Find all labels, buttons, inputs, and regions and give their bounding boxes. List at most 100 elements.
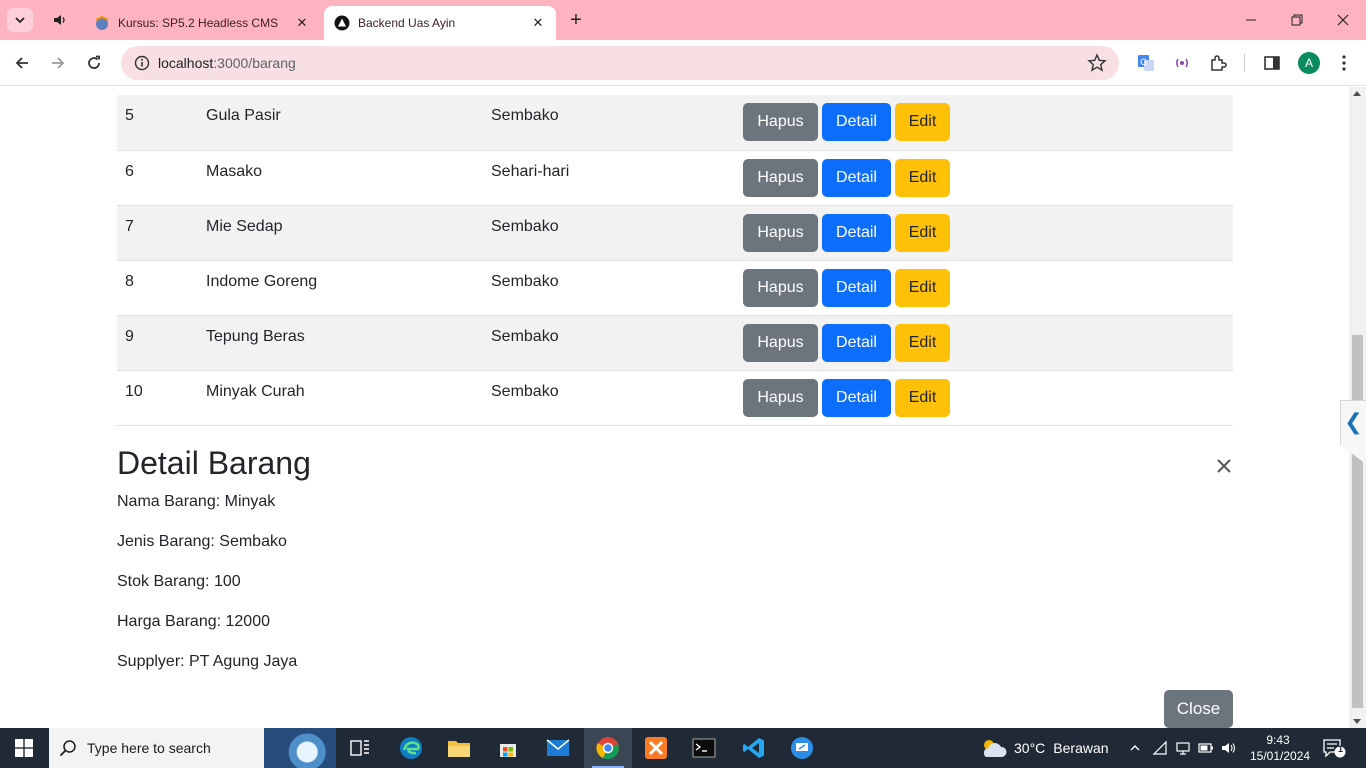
table-row: 6 Masako Sehari-hari Hapus Detail Edit	[117, 150, 1233, 206]
hapus-button[interactable]: Hapus	[743, 323, 818, 362]
taskbar-vscode[interactable]	[730, 728, 778, 768]
table-row: 9 Tepung Beras Sembako Hapus Detail Edit	[117, 315, 1233, 371]
close-window-button[interactable]	[1320, 0, 1366, 40]
new-tab-button[interactable]: +	[564, 9, 588, 31]
search-placeholder: Type here to search	[87, 740, 211, 756]
cell-actions: Hapus Detail Edit	[735, 260, 1233, 316]
cell-jenis: Sembako	[483, 205, 735, 261]
start-button[interactable]	[0, 728, 48, 768]
restore-button[interactable]	[1274, 0, 1320, 40]
detail-jenis: Jenis Barang: Sembako	[117, 533, 287, 550]
cloudy-weather-icon	[983, 740, 1007, 757]
arrow-right-icon	[52, 57, 65, 69]
url-path: :3000/barang	[213, 55, 296, 71]
notification-center-button[interactable]: 1	[1322, 738, 1346, 758]
edit-button[interactable]: Edit	[895, 158, 950, 197]
minimize-icon	[1246, 19, 1256, 21]
table-row: 7 Mie Sedap Sembako Hapus Detail Edit	[117, 205, 1233, 261]
detail-button[interactable]: Detail	[822, 268, 891, 307]
hapus-button[interactable]: Hapus	[743, 158, 818, 197]
hapus-button[interactable]: Hapus	[743, 103, 818, 141]
side-panel-icon[interactable]	[1262, 53, 1282, 73]
tab-close-icon[interactable]: ✕	[294, 15, 310, 31]
taskbar-file-explorer[interactable]	[435, 728, 483, 768]
taskbar-terminal[interactable]	[680, 728, 728, 768]
page-viewport: 5 Gula Pasir Sembako Hapus Detail Edit 6 Masako…	[0, 87, 1349, 728]
hapus-button[interactable]: Hapus	[743, 378, 818, 417]
hapus-button[interactable]: Hapus	[743, 268, 818, 307]
google-translate-icon[interactable]: G	[1136, 53, 1156, 73]
volume-icon[interactable]	[1221, 740, 1237, 756]
taskbar-chrome[interactable]	[584, 728, 632, 768]
scroll-down-icon[interactable]	[1353, 719, 1361, 724]
taskbar-xampp[interactable]	[632, 728, 680, 768]
tray-overflow-chevron-icon[interactable]	[1127, 740, 1143, 756]
edit-button[interactable]: Edit	[895, 378, 950, 417]
network-icon[interactable]	[1175, 740, 1191, 756]
taskbar-clock[interactable]: 9:43 15/01/2024	[1250, 732, 1310, 764]
close-icon[interactable]	[1214, 456, 1234, 476]
terminal-icon	[692, 738, 716, 758]
mail-icon	[546, 739, 570, 756]
cell-jenis: Sembako	[483, 260, 735, 316]
hapus-button[interactable]: Hapus	[743, 213, 818, 252]
cell-nama: Mie Sedap	[198, 205, 483, 261]
svg-text:G: G	[1140, 58, 1147, 68]
reload-button[interactable]	[80, 49, 108, 77]
wifi-icon[interactable]	[1152, 740, 1168, 756]
folder-icon	[448, 741, 470, 757]
detail-button[interactable]: Detail	[822, 213, 891, 252]
forward-button[interactable]	[44, 49, 72, 77]
site-info-icon[interactable]	[125, 46, 159, 80]
taskbar-store[interactable]	[484, 728, 532, 768]
cell-jenis: Sembako	[483, 95, 735, 151]
battery-icon[interactable]	[1198, 740, 1214, 756]
scrollbar-thumb[interactable]	[1352, 335, 1363, 708]
edit-button[interactable]: Edit	[895, 268, 950, 307]
tab-kursus[interactable]: Kursus: SP5.2 Headless CMS ✕	[84, 6, 320, 40]
detail-button[interactable]: Detail	[822, 378, 891, 417]
taskbar-remote-app[interactable]	[778, 728, 826, 768]
detail-button[interactable]: Detail	[822, 323, 891, 362]
taskbar-edge[interactable]	[387, 728, 435, 768]
broadcast-extension-icon[interactable]	[1172, 53, 1192, 73]
task-view-button[interactable]	[336, 728, 384, 768]
cell-no: 10	[117, 370, 198, 426]
address-bar[interactable]: localhost:3000/barang	[121, 46, 1119, 80]
profile-avatar[interactable]: A	[1298, 52, 1320, 74]
close-icon	[1337, 14, 1349, 26]
tab-title: Backend Uas Ayin	[358, 16, 456, 30]
cell-jenis: Sembako	[483, 315, 735, 371]
back-button[interactable]	[8, 49, 36, 77]
url-host: localhost	[158, 55, 214, 71]
detail-button[interactable]: Detail	[822, 103, 891, 141]
vscode-icon	[743, 738, 764, 758]
speaker-icon	[54, 15, 65, 25]
tab-search-button[interactable]	[7, 8, 33, 32]
barang-table: 5 Gula Pasir Sembako Hapus Detail Edit 6 Masako…	[117, 95, 1233, 426]
bookmark-star-icon[interactable]	[1087, 53, 1107, 73]
search-highlight-image	[264, 728, 336, 768]
cell-jenis: Sembako	[483, 370, 735, 426]
tab-audio-button[interactable]	[48, 8, 72, 32]
detail-button[interactable]: Detail	[822, 158, 891, 197]
xampp-icon	[645, 737, 667, 759]
taskbar-mail[interactable]	[534, 728, 582, 768]
taskbar-search-box[interactable]: Type here to search	[49, 728, 336, 768]
edit-button[interactable]: Edit	[895, 323, 950, 362]
cell-actions: Hapus Detail Edit	[735, 315, 1233, 371]
edit-button[interactable]: Edit	[895, 213, 950, 252]
more-menu-icon[interactable]	[1334, 53, 1354, 73]
edit-button[interactable]: Edit	[895, 103, 950, 141]
toolbar-divider	[1244, 54, 1245, 72]
extensions-puzzle-icon[interactable]	[1208, 53, 1228, 73]
weather-widget[interactable]: 30°C Berawan	[980, 728, 1109, 768]
restore-icon	[1291, 14, 1303, 26]
tab-backend-uas[interactable]: Backend Uas Ayin ✕	[324, 6, 556, 40]
tab-close-icon[interactable]: ✕	[530, 15, 546, 31]
close-button[interactable]: Close	[1164, 690, 1233, 728]
minimize-button[interactable]	[1228, 0, 1274, 40]
cell-actions: Hapus Detail Edit	[735, 95, 1233, 151]
scroll-up-icon[interactable]	[1353, 91, 1361, 96]
cell-actions: Hapus Detail Edit	[735, 150, 1233, 206]
